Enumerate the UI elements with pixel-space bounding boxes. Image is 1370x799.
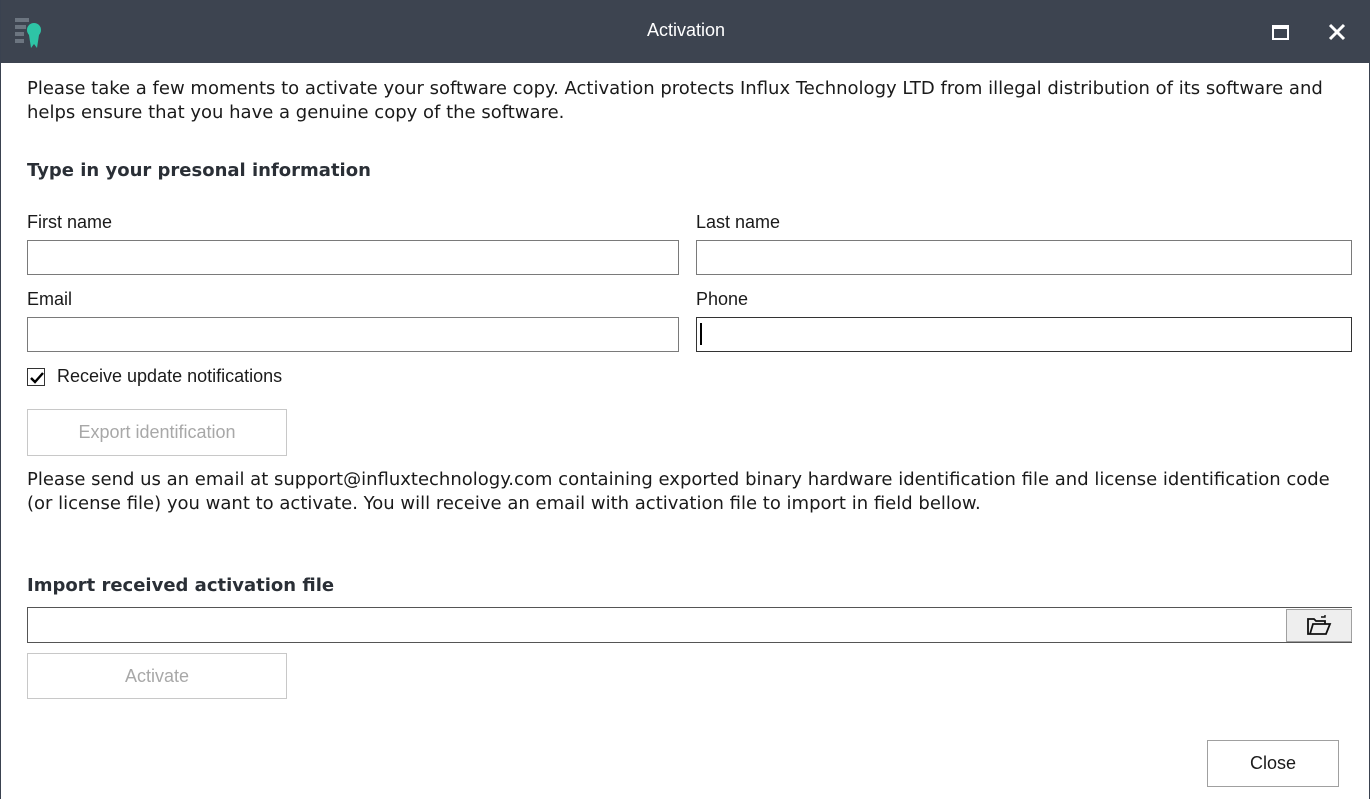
export-identification-button[interactable]: Export identification [27, 409, 287, 456]
phone-field[interactable] [696, 317, 1352, 352]
activate-button[interactable]: Activate [27, 653, 287, 699]
last-name-field[interactable] [696, 240, 1352, 275]
maximize-button[interactable] [1263, 14, 1299, 50]
maximize-icon [1272, 25, 1289, 40]
last-name-label: Last name [696, 212, 781, 232]
email-label: Email [27, 289, 73, 309]
text-caret [700, 323, 702, 345]
email-field[interactable] [27, 317, 679, 352]
first-name-label: First name [27, 212, 113, 232]
personal-info-heading: Type in your presonal information [27, 160, 371, 181]
close-button[interactable]: Close [1207, 740, 1339, 787]
phone-label: Phone [696, 289, 749, 309]
intro-text: Please take a few moments to activate yo… [27, 78, 1323, 123]
close-window-button[interactable] [1319, 14, 1355, 50]
first-name-field[interactable] [27, 240, 679, 275]
receive-notifications-label: Receive update notifications [57, 366, 283, 386]
window-title: Activation [646, 20, 726, 40]
receive-notifications-checkbox[interactable] [27, 368, 45, 386]
checkmark-icon [30, 372, 44, 384]
folder-open-icon [1307, 614, 1332, 635]
instructions-text: Please send us an email at support@influ… [27, 469, 1330, 514]
dialog-content: Please take a few moments to activate yo… [1, 63, 1370, 799]
title-bar[interactable]: Activation [1, 0, 1370, 63]
browse-button[interactable] [1286, 609, 1352, 642]
close-icon [1328, 23, 1346, 41]
import-heading: Import received activation file [27, 575, 335, 596]
phone-field-wrapper [696, 317, 1352, 352]
activation-file-field[interactable] [27, 607, 1352, 643]
activation-window: Activation Please take a few moments to … [0, 0, 1370, 799]
